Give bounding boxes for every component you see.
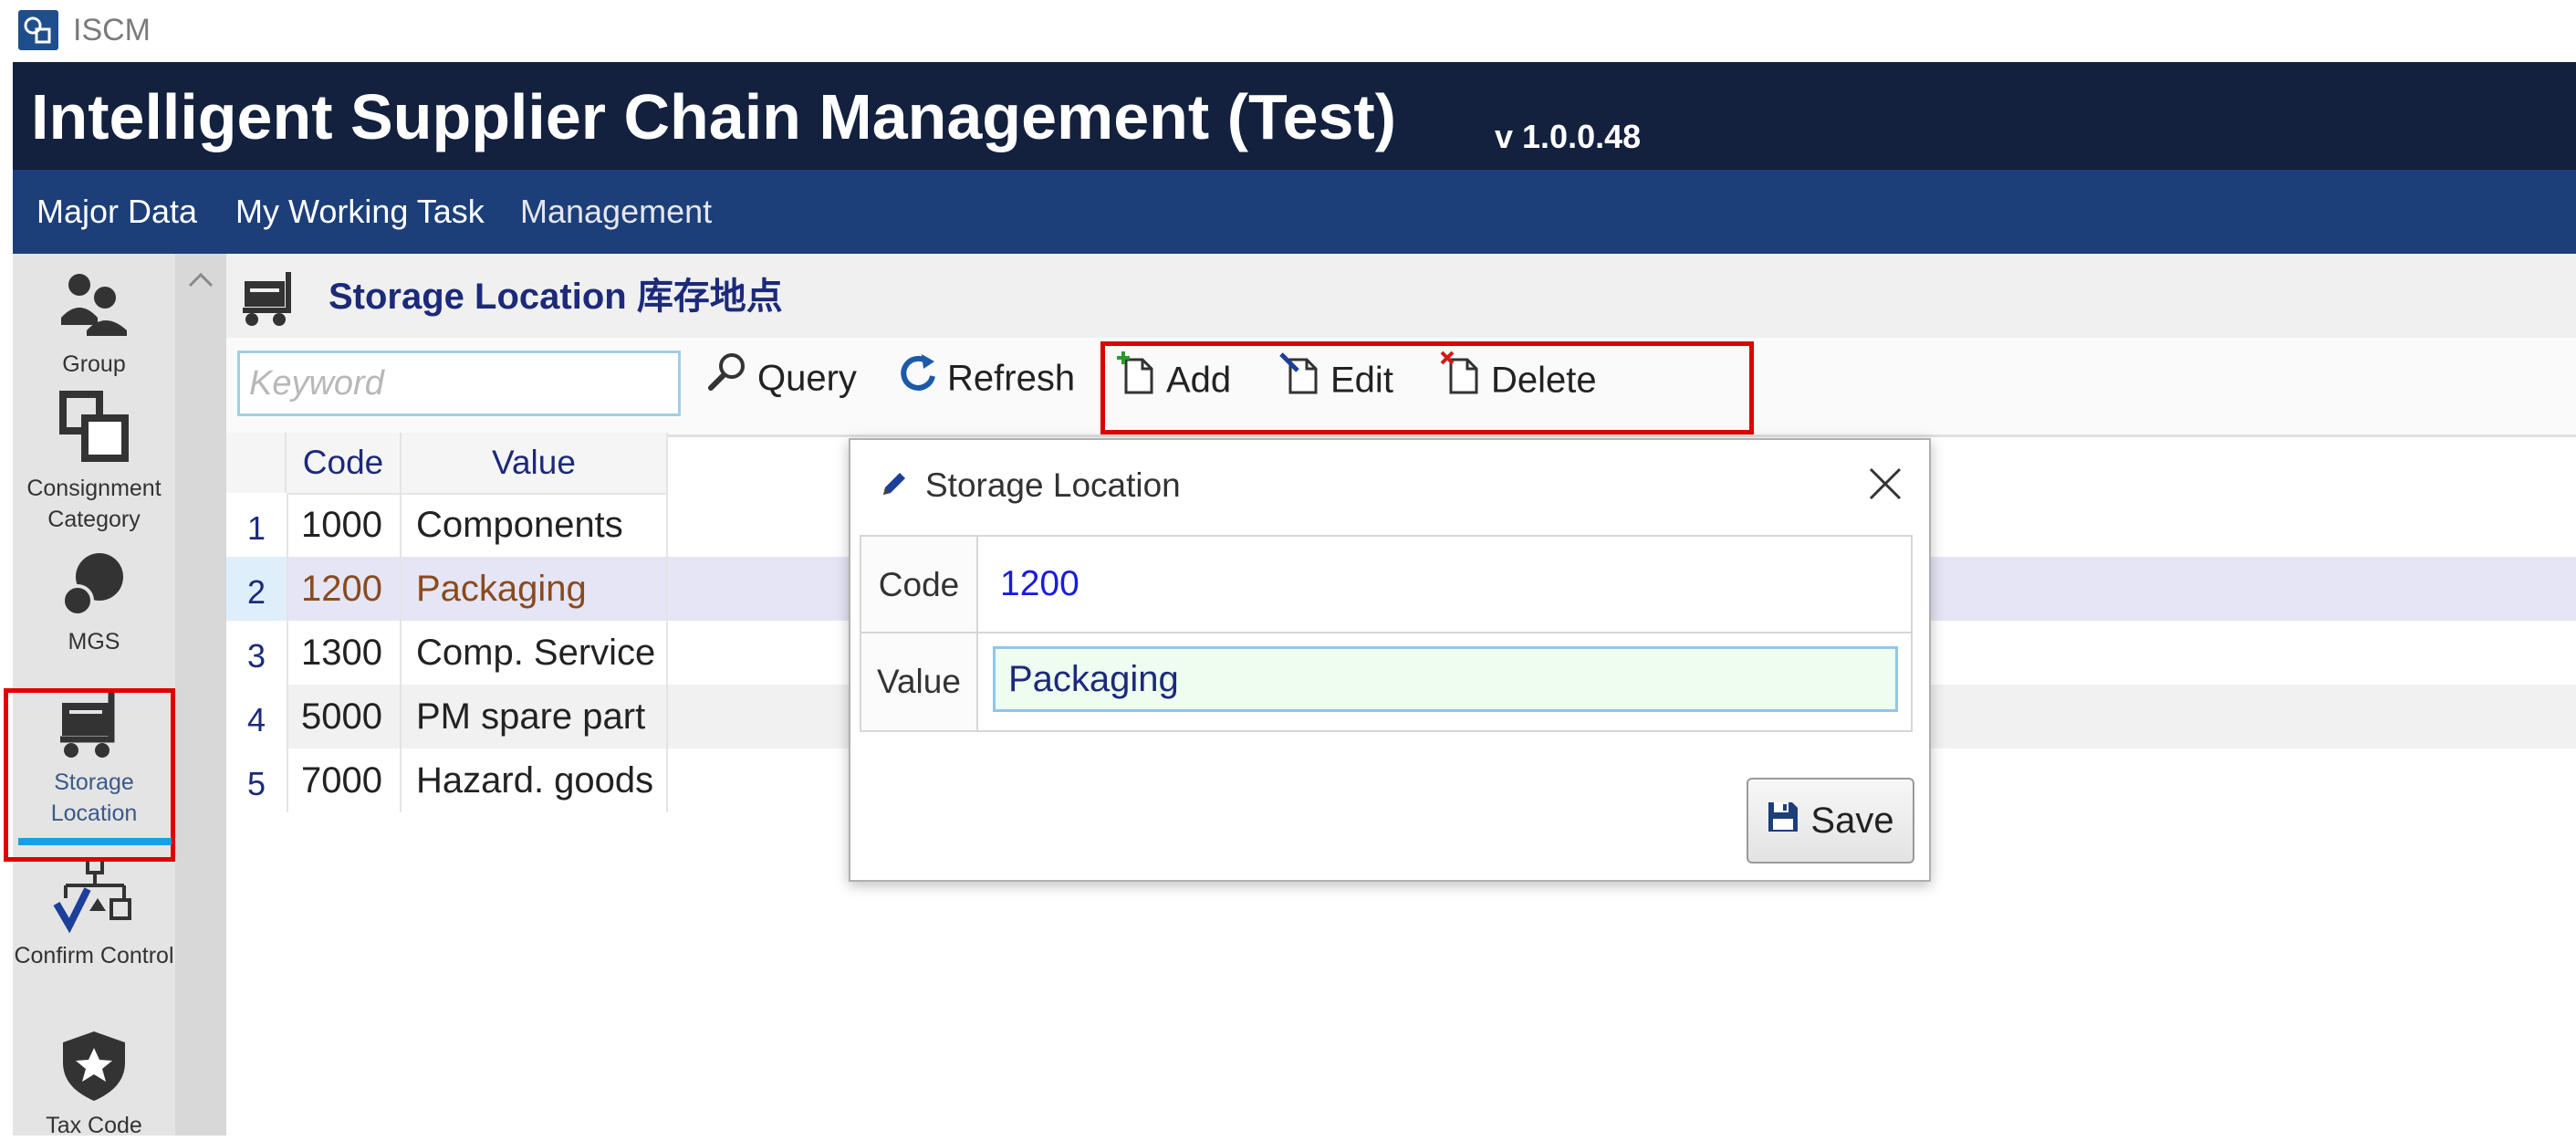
- page-title: Storage Location 库存地点: [329, 277, 783, 317]
- consignment-icon: [57, 391, 130, 468]
- refresh-button[interactable]: Refresh: [898, 351, 1075, 402]
- banner-title: Intelligent Supplier Chain Management (T…: [31, 81, 1397, 152]
- sidebar-item-tax-code[interactable]: Tax Code: [13, 1030, 175, 1138]
- code-label: Code: [861, 537, 978, 633]
- cell-value: Components: [416, 505, 623, 545]
- window-titlebar: ISCM: [0, 0, 2576, 62]
- floppy-disk-icon: [1767, 801, 1799, 843]
- sidebar-item-label: Confirm Control: [14, 943, 174, 968]
- sidebar-selected-indicator: [18, 838, 172, 845]
- sidebar-scrollbar[interactable]: [175, 254, 226, 1136]
- grid-header: Code Value: [226, 433, 668, 495]
- cell-code: 7000: [301, 760, 382, 801]
- sidebar-item-label: Tax Code: [46, 1113, 142, 1138]
- cell-code: 1200: [301, 569, 382, 609]
- sidebar-item-confirm-control[interactable]: Confirm Control: [13, 858, 175, 1004]
- sidebar-selection-highlight: [4, 688, 175, 862]
- confirm-control-icon: [53, 858, 135, 939]
- tax-badge-icon: [57, 1030, 130, 1107]
- app-name: ISCM: [73, 13, 151, 47]
- app-logo-icon: [18, 10, 58, 50]
- pencil-icon: [878, 467, 911, 505]
- form-divider: [861, 632, 1911, 633]
- row-number: 5: [226, 748, 288, 812]
- mgs-icon: [57, 551, 130, 625]
- search-icon: [706, 351, 748, 406]
- sidebar-item-label: Consignment Category: [26, 476, 162, 532]
- menu-my-working-task[interactable]: My Working Task: [235, 192, 485, 232]
- column-header-code[interactable]: Code: [287, 433, 402, 493]
- row-number: 2: [226, 557, 288, 621]
- column-header-value[interactable]: Value: [402, 433, 668, 493]
- sidebar-item-mgs[interactable]: MGS: [13, 546, 175, 655]
- column-divider: [666, 493, 668, 812]
- code-value: 1200: [1000, 564, 1079, 603]
- value-field[interactable]: [993, 646, 1898, 712]
- cell-value: PM spare part: [416, 696, 646, 737]
- sidebar-item-label: Group: [62, 351, 126, 377]
- sidebar-item-group[interactable]: Group: [13, 263, 175, 382]
- storage-cart-icon: [239, 270, 305, 333]
- query-button[interactable]: Query: [706, 351, 857, 402]
- cell-code: 1300: [301, 633, 382, 673]
- page-header: Storage Location 库存地点: [226, 254, 2576, 338]
- scroll-up-button[interactable]: [175, 261, 226, 298]
- save-button[interactable]: Save: [1747, 778, 1914, 864]
- refresh-icon: [898, 351, 938, 406]
- storage-location-dialog: Storage Location Code 1200 Value Save: [849, 438, 1931, 882]
- keyword-search-input[interactable]: [237, 351, 681, 416]
- value-label: Value: [861, 633, 978, 730]
- dialog-form: Code 1200 Value: [860, 535, 1913, 732]
- app-banner: Intelligent Supplier Chain Management (T…: [13, 62, 2576, 170]
- close-icon[interactable]: [1865, 464, 1905, 504]
- cell-value: Hazard. goods: [416, 760, 654, 801]
- column-divider: [400, 493, 402, 812]
- sidebar-item-consignment-category[interactable]: Consignment Category: [13, 391, 175, 532]
- menu-major-data[interactable]: Major Data: [37, 192, 197, 232]
- version-label: v 1.0.0.48: [1495, 118, 1642, 155]
- dialog-title: Storage Location: [925, 466, 1181, 504]
- group-icon: [57, 270, 130, 340]
- row-number-header: [226, 433, 287, 493]
- action-buttons-highlight: [1100, 341, 1754, 434]
- cell-value: Comp. Service: [416, 633, 656, 673]
- row-number: 4: [226, 685, 288, 748]
- sidebar-item-label: MGS: [68, 629, 120, 654]
- menu-management[interactable]: Management: [520, 192, 712, 232]
- row-number: 3: [226, 621, 288, 685]
- cell-code: 5000: [301, 696, 382, 737]
- row-number: 1: [226, 493, 288, 557]
- menu-bar: Major Data My Working Task Management: [13, 170, 2576, 254]
- cell-value: Packaging: [416, 569, 587, 609]
- cell-code: 1000: [301, 505, 382, 545]
